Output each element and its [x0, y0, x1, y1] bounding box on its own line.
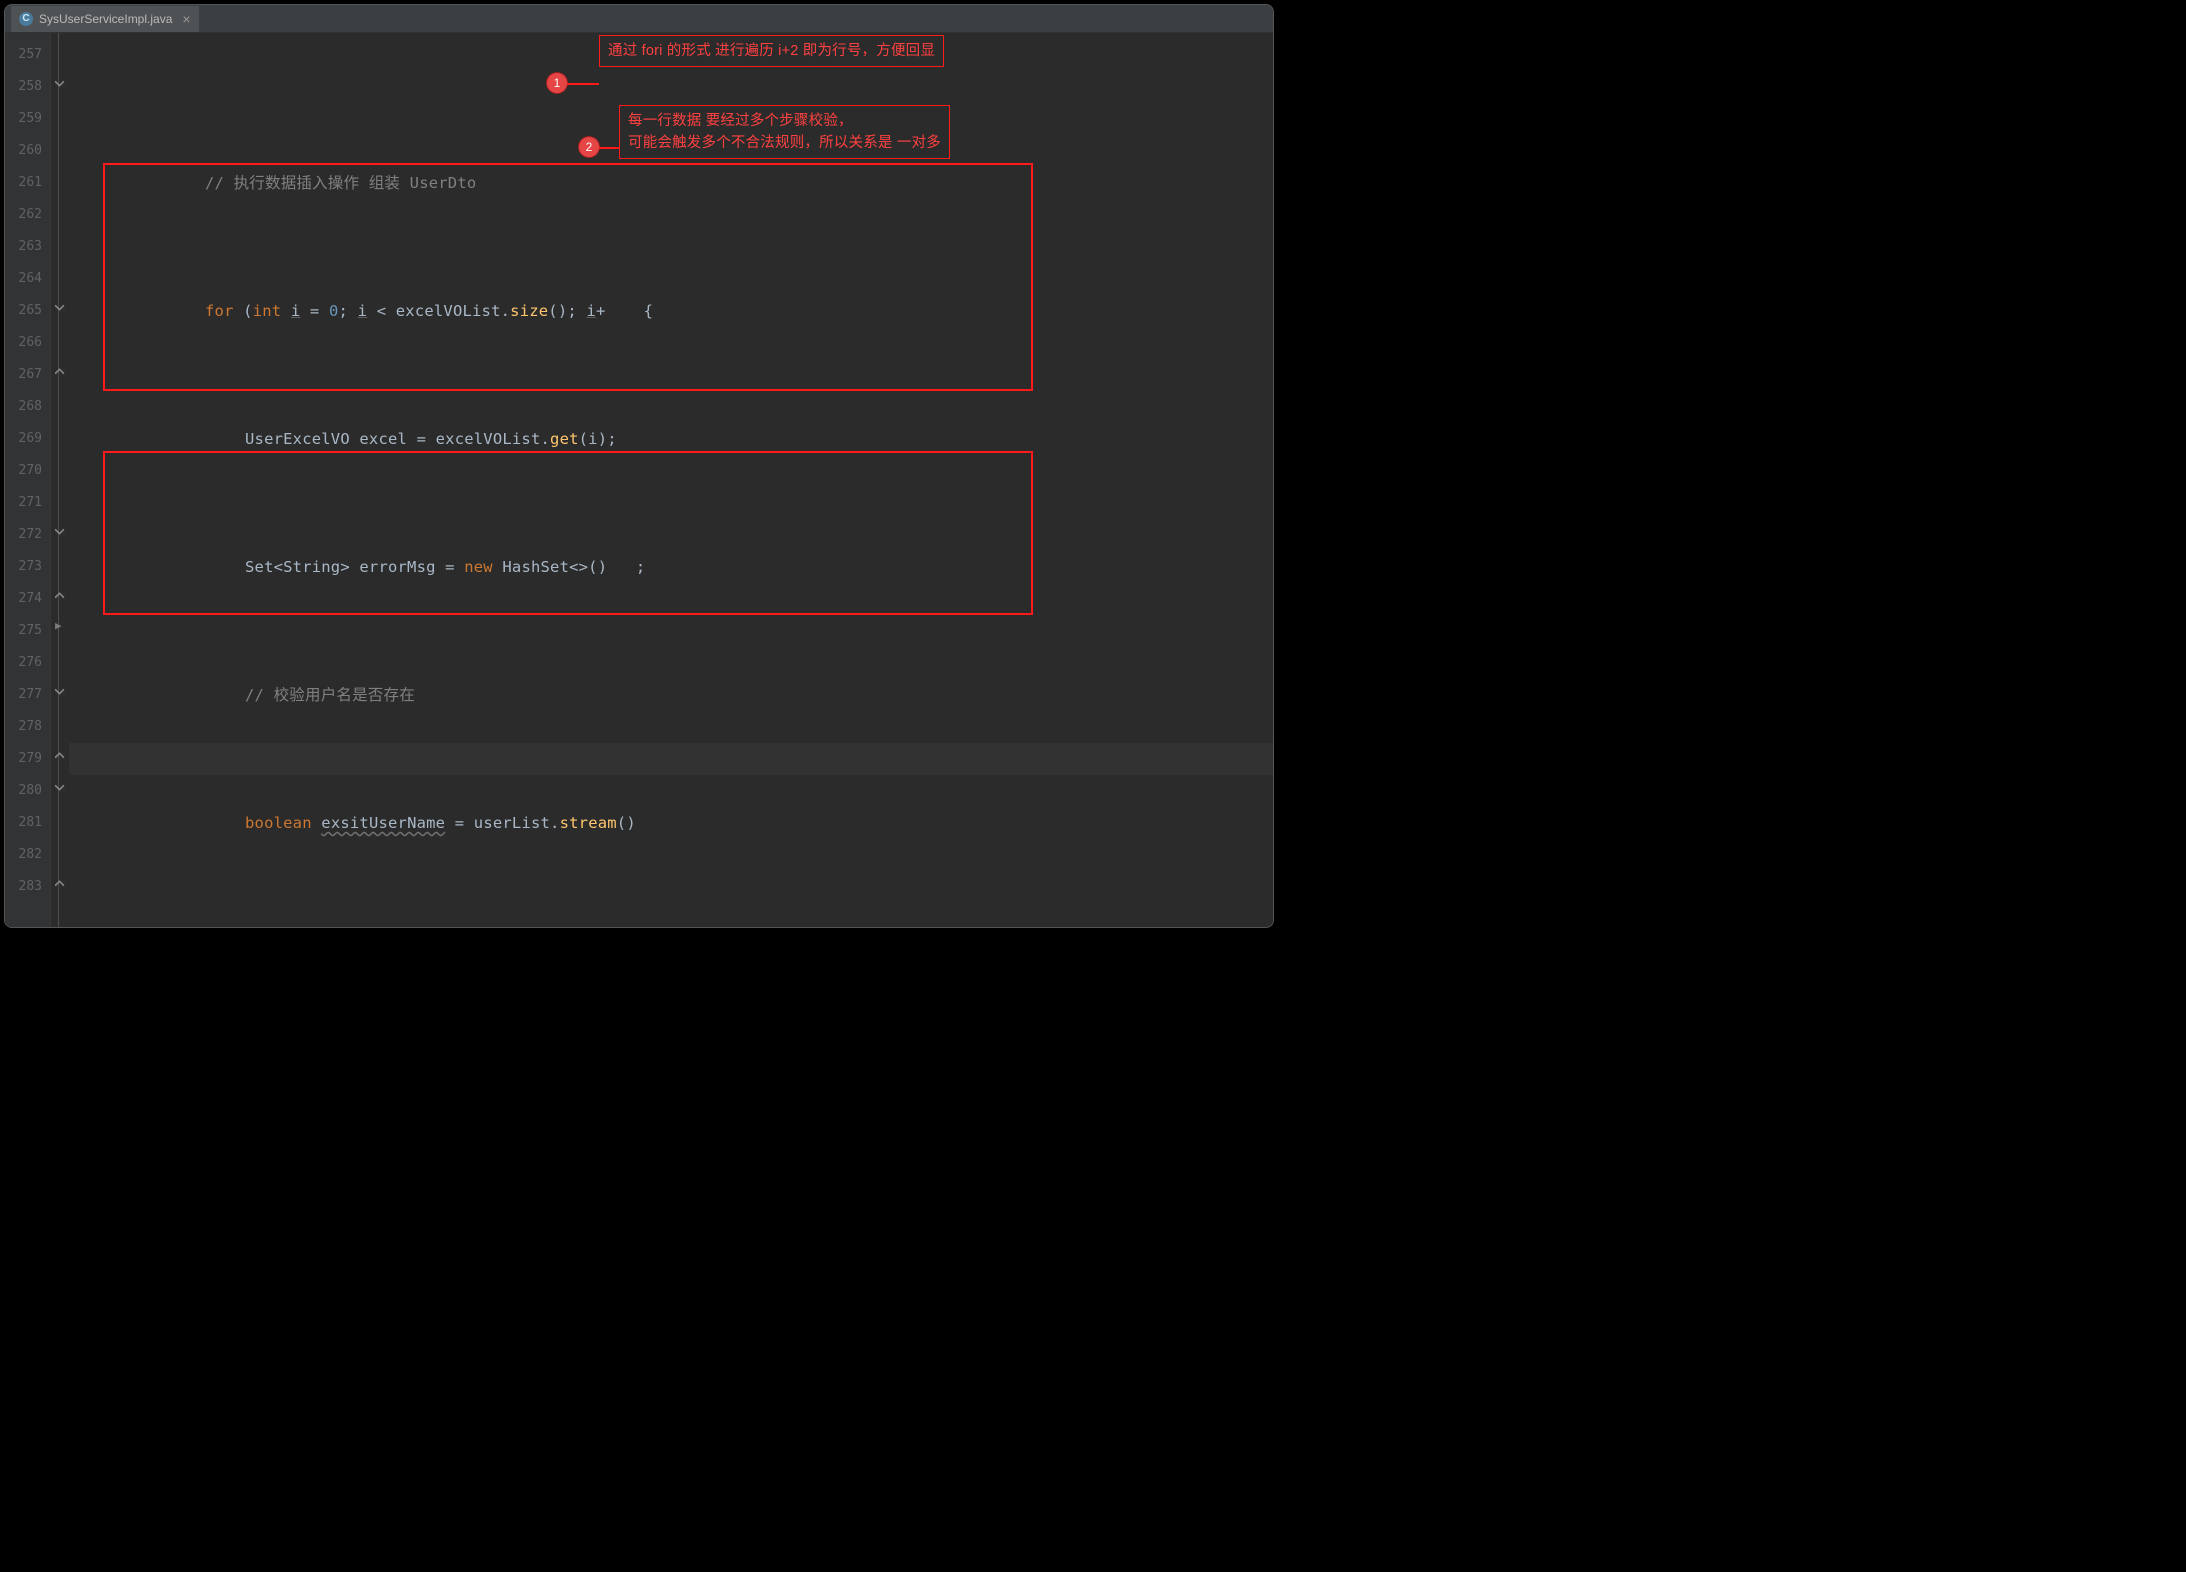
- editor-tab[interactable]: C SysUserServiceImpl.java ×: [11, 6, 199, 32]
- breakpoint-gutter-run-icon[interactable]: ▶: [55, 619, 62, 632]
- editor[interactable]: 257 258 259 260 261 262 263 264 265 266 …: [5, 33, 1273, 927]
- method: get: [550, 430, 579, 448]
- line-number: 278: [5, 711, 50, 743]
- code-line: // 校验用户名是否存在: [205, 679, 1273, 711]
- fold-open-icon[interactable]: [53, 525, 66, 538]
- code-line: // 执行数据插入操作 组装 UserDto: [205, 167, 1273, 199]
- line-number: 283: [5, 871, 50, 903]
- annotation-connector: [599, 147, 619, 149]
- text: +: [596, 302, 606, 320]
- method: stream: [560, 814, 617, 832]
- fold-close-icon[interactable]: [53, 365, 66, 378]
- fold-open-icon[interactable]: [53, 301, 66, 314]
- current-line-highlight: [69, 743, 1273, 775]
- fold-column: ▶: [51, 33, 69, 927]
- java-class-icon: C: [19, 12, 33, 26]
- text: (: [234, 302, 253, 320]
- var-warn: exsitUserName: [321, 814, 445, 832]
- var: i: [358, 302, 368, 320]
- line-number: 258: [5, 71, 50, 103]
- text: (): [617, 814, 636, 832]
- text: (i);: [579, 430, 617, 448]
- tab-filename: SysUserServiceImpl.java: [39, 12, 172, 26]
- annotation-note-2: 每一行数据 要经过多个步骤校验， 可能会触发多个不合法规则，所以关系是 一对多: [619, 105, 950, 159]
- line-number: 259: [5, 103, 50, 135]
- line-number: 281: [5, 807, 50, 839]
- code-area[interactable]: // 执行数据插入操作 组装 UserDto for (int i = 0; i…: [69, 33, 1273, 927]
- line-number: 267: [5, 359, 50, 391]
- text: < excelVOList.: [367, 302, 510, 320]
- line-number: 277: [5, 679, 50, 711]
- keyword: for: [205, 302, 234, 320]
- ide-window: C SysUserServiceImpl.java × 257 258 259 …: [4, 4, 1274, 928]
- close-icon[interactable]: ×: [182, 11, 190, 27]
- keyword: int: [253, 302, 282, 320]
- line-number: 265: [5, 295, 50, 327]
- keyword: new: [464, 558, 493, 576]
- text: ;: [636, 558, 646, 576]
- line-number: 279: [5, 743, 50, 775]
- line-number: 268: [5, 391, 50, 423]
- text: [312, 814, 322, 832]
- note-line: 可能会触发多个不合法规则，所以关系是 一对多: [628, 135, 941, 151]
- line-number: 266: [5, 327, 50, 359]
- text: = userList.: [445, 814, 559, 832]
- fold-open-icon[interactable]: [53, 781, 66, 794]
- code-line: Set<String> errorMsg = new HashSet<>() ;: [205, 551, 1273, 583]
- code-line: UserExcelVO excel = excelVOList.get(i);: [205, 423, 1273, 455]
- line-number: 263: [5, 231, 50, 263]
- line-number: 270: [5, 455, 50, 487]
- var: i: [291, 302, 301, 320]
- number: 0: [329, 302, 339, 320]
- annotation-box-2: [103, 451, 1033, 615]
- text: =: [300, 302, 329, 320]
- line-number: 261: [5, 167, 50, 199]
- keyword: boolean: [245, 814, 312, 832]
- text: HashSet<>(): [493, 558, 607, 576]
- line-number: 257: [5, 39, 50, 71]
- comment: // 执行数据插入操作 组装 UserDto: [205, 174, 476, 192]
- text: ;: [339, 302, 358, 320]
- annotation-note-1: 通过 fori 的形式 进行遍历 i+2 即为行号，方便回显: [599, 35, 944, 67]
- fold-open-icon[interactable]: [53, 685, 66, 698]
- line-number: 275: [5, 615, 50, 647]
- text: Set<String> errorMsg =: [245, 558, 464, 576]
- line-number: 282: [5, 839, 50, 871]
- text: {: [634, 302, 653, 320]
- line-number-gutter: 257 258 259 260 261 262 263 264 265 266 …: [5, 33, 51, 927]
- text: ();: [548, 302, 586, 320]
- annotation-marker-2: 2: [579, 137, 599, 157]
- line-number: 276: [5, 647, 50, 679]
- line-number: 273: [5, 551, 50, 583]
- line-number: 274: [5, 583, 50, 615]
- note-line: 每一行数据 要经过多个步骤校验，: [628, 113, 853, 129]
- fold-open-icon[interactable]: [53, 77, 66, 90]
- line-number: 272: [5, 519, 50, 551]
- line-number: 260: [5, 135, 50, 167]
- line-number: 271: [5, 487, 50, 519]
- text: UserExcelVO excel = excelVOList.: [245, 430, 550, 448]
- fold-close-icon[interactable]: [53, 749, 66, 762]
- annotation-marker-1: 1: [547, 73, 567, 93]
- method: size: [510, 302, 548, 320]
- line-number: 262: [5, 199, 50, 231]
- var: i: [586, 302, 596, 320]
- fold-close-icon[interactable]: [53, 877, 66, 890]
- comment: // 校验用户名是否存在: [245, 686, 415, 704]
- line-number: 280: [5, 775, 50, 807]
- fold-close-icon[interactable]: [53, 589, 66, 602]
- line-number: 269: [5, 423, 50, 455]
- tab-bar: C SysUserServiceImpl.java ×: [5, 5, 1273, 33]
- line-number: 264: [5, 263, 50, 295]
- annotation-connector: [567, 83, 599, 85]
- code-line: boolean exsitUserName = userList.stream(…: [205, 807, 1273, 839]
- code-line: for (int i = 0; i < excelVOList.size(); …: [205, 295, 1273, 327]
